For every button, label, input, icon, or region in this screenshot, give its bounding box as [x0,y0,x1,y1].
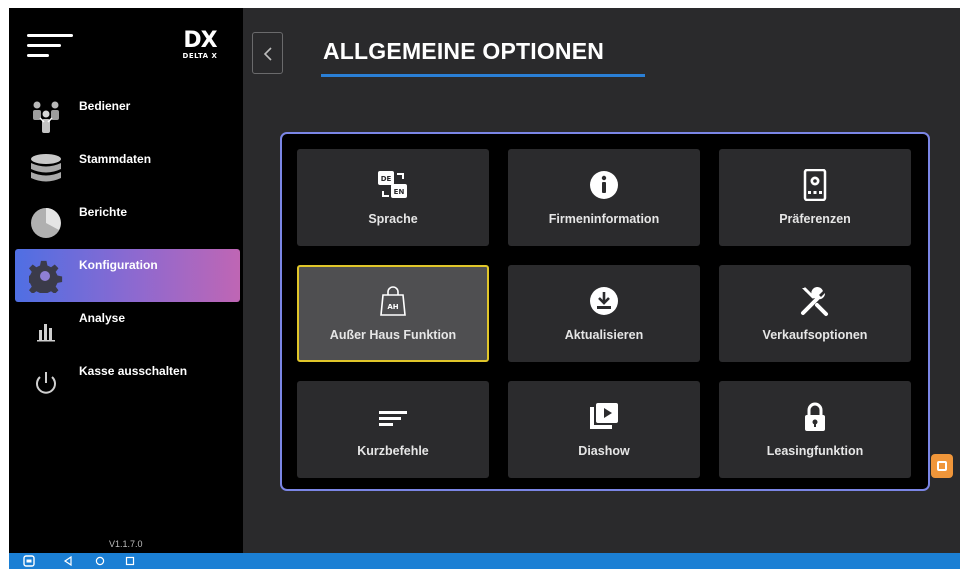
sidebar-item-kasse-ausschalten[interactable]: Kasse ausschalten [15,355,240,408]
tile-diashow[interactable]: Diashow [508,381,700,478]
sidebar-item-label: Bediener [79,99,131,113]
icon-text-de: DE [381,175,392,183]
options-panel: DE EN Sprache Firmeninformation Präferen… [280,132,930,491]
tile-label: Leasingfunktion [766,444,864,458]
tile-label: Aktualisieren [564,328,644,342]
device-settings-icon [803,169,827,201]
floating-close-icon[interactable] [931,454,953,478]
power-icon [36,372,56,394]
info-icon [590,171,618,199]
lock-icon [805,402,825,431]
hamburger-menu-icon[interactable] [27,32,75,62]
short-text-icon [379,411,407,426]
bar-chart-icon [37,324,55,342]
database-icon [31,154,61,182]
download-icon [590,287,618,315]
sidebar: DX DELTA X Bediener Stammdaten Berichte … [9,8,243,553]
tile-sprache[interactable]: DE EN Sprache [297,149,489,246]
tile-label: Diashow [578,444,630,458]
sidebar-item-stammdaten[interactable]: Stammdaten [15,143,240,196]
back-button[interactable] [252,32,283,74]
sidebar-item-konfiguration[interactable]: Konfiguration [15,249,240,302]
tile-praeferenzen[interactable]: Präferenzen [719,149,911,246]
title-underline [321,74,645,77]
tile-firmeninformation[interactable]: Firmeninformation [508,149,700,246]
users-icon [33,101,59,133]
delta-x-logo: DX DELTA X [171,30,229,64]
chevron-left-icon [263,47,272,61]
app-switch-icon[interactable] [23,555,35,567]
sidebar-item-analyse[interactable]: Analyse [15,302,240,355]
logo-subtitle: DELTA X [182,52,218,60]
tile-aktualisieren[interactable]: Aktualisieren [508,265,700,362]
tile-verkaufsoptionen[interactable]: Verkaufsoptionen [719,265,911,362]
home-circle-icon[interactable] [95,556,105,566]
slideshow-icon [590,403,618,429]
sidebar-item-label: Stammdaten [79,152,152,166]
app-screen: DX DELTA X Bediener Stammdaten Berichte … [9,8,960,553]
takeaway-bag-icon: AH [380,286,406,316]
sidebar-item-bediener[interactable]: Bediener [15,90,240,143]
tile-ausser-haus-funktion[interactable]: AH Außer Haus Funktion [297,265,489,362]
tile-label: Firmeninformation [548,212,660,226]
back-triangle-icon[interactable] [63,556,73,566]
pie-chart-icon [31,208,61,238]
icon-text-ah: AH [387,303,398,311]
tile-label: Verkaufsoptionen [762,328,868,342]
recents-square-icon[interactable] [125,556,135,566]
page-title: ALLGEMEINE OPTIONEN [323,38,605,64]
tile-kurzbefehle[interactable]: Kurzbefehle [297,381,489,478]
sidebar-item-label: Analyse [79,311,126,325]
tools-icon [801,287,828,316]
logo-mark: DX [183,28,217,53]
sidebar-item-berichte[interactable]: Berichte [15,196,240,249]
tile-label: Kurzbefehle [357,444,429,458]
tile-label: Außer Haus Funktion [329,328,457,342]
version-label: V1.1.7.0 [109,539,143,549]
tile-leasingfunktion[interactable]: Leasingfunktion [719,381,911,478]
sidebar-item-label: Berichte [79,205,128,219]
gear-icon [29,260,63,293]
icon-text-en: EN [394,188,405,196]
tile-label: Sprache [368,212,418,226]
sidebar-nav: Bediener Stammdaten Berichte Konfigurati… [15,90,240,408]
sidebar-item-label: Konfiguration [79,258,158,272]
translate-de-en-icon: DE EN [378,171,407,198]
system-navigation-bar [9,553,960,569]
sidebar-item-label: Kasse ausschalten [79,364,188,378]
tile-label: Präferenzen [779,212,851,226]
